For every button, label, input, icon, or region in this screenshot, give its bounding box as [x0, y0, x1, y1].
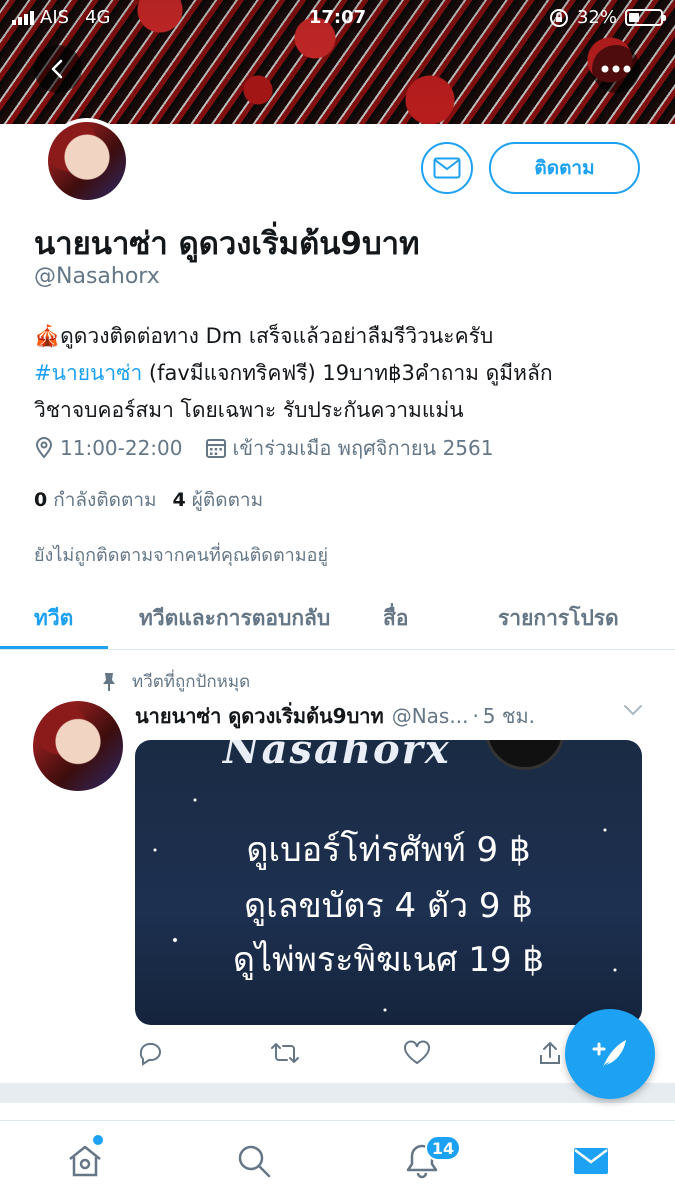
location-pin-icon	[35, 437, 53, 459]
heart-icon	[404, 1040, 430, 1065]
home-icon	[69, 1145, 101, 1177]
reply-button[interactable]	[137, 1040, 163, 1070]
home-unread-dot	[93, 1135, 103, 1145]
calendar-icon	[205, 439, 226, 458]
share-icon	[540, 1041, 560, 1064]
envelope-icon	[433, 157, 461, 179]
following-count: 0	[34, 489, 48, 511]
nav-home[interactable]	[63, 1139, 107, 1183]
message-button[interactable]	[421, 142, 473, 194]
compose-tweet-button[interactable]	[565, 1009, 655, 1099]
section-divider	[0, 1083, 675, 1103]
followers-link[interactable]: 4 ผู้ติดตาม	[173, 485, 264, 515]
tweet-author-name[interactable]: นายนาซ่า ดูดวงเริ่มต้น9บาท	[135, 700, 384, 732]
profile-handle: @Nasahorx	[34, 264, 160, 289]
circus-tent-icon: 🎪	[34, 324, 61, 348]
media-line-1: ดูเบอร์โท่รศัพท์ 9 ฿	[246, 830, 531, 870]
profile-bio: 🎪ดูดวงติดต่อทาง Dm เสร็จแล้วอย่าลืมรีวิว…	[34, 318, 644, 429]
astronaut-icon	[485, 740, 565, 770]
bottom-navigation: 14	[0, 1120, 675, 1200]
follow-button[interactable]: ติดตาม	[489, 142, 640, 194]
profile-avatar[interactable]	[44, 118, 130, 204]
active-tab-indicator	[0, 646, 108, 649]
followers-label: ผู้ติดตาม	[191, 489, 264, 511]
following-link[interactable]: 0 กำลังติดตาม	[34, 485, 157, 515]
profile-location: 11:00-22:00	[60, 436, 183, 460]
status-bar: AIS 4G 17:07 32%	[0, 0, 675, 36]
tweet-time: 5 ชม.	[482, 704, 535, 728]
profile-meta: 11:00-22:00 เข้าร่วมเมือ พฤศจิกายน 2561	[34, 432, 493, 464]
bio-line-3: วิชาจบคอร์สมา โดยเฉพาะ รับประกันความแม่น	[34, 398, 464, 422]
bio-hashtag-link[interactable]: #นายนาซ่า	[34, 361, 142, 385]
tweet-author-handle: @Nas...	[391, 704, 469, 728]
bio-line-2: (favมีแจกทริคฟรี) 19บาท฿3คำถาม ดูมีหลัก	[142, 361, 553, 385]
search-icon	[238, 1145, 271, 1178]
reply-icon	[139, 1043, 161, 1066]
like-button[interactable]	[403, 1040, 431, 1070]
profile-joined-date: เข้าร่วมเมือ พฤศจิกายน 2561	[232, 436, 494, 460]
tab-likes[interactable]: รายการโปรด	[498, 602, 619, 635]
more-icon	[601, 65, 631, 73]
envelope-icon	[574, 1148, 608, 1174]
compose-feather-icon	[592, 1040, 626, 1070]
retweet-button[interactable]	[270, 1040, 300, 1070]
tweet-separator: ·	[472, 704, 479, 728]
media-brand-text: Nasahorx	[223, 740, 451, 773]
tweet-header: นายนาซ่า ดูดวงเริ่มต้น9บาท @Nas... · 5 ช…	[135, 700, 535, 732]
profile-tabs: ทวีต ทวีตและการตอบกลับ สื่อ รายการโปรด	[0, 590, 675, 650]
orientation-lock-icon	[549, 8, 568, 27]
tweet-media-image[interactable]: Nasahorx ดูเบอร์โท่รศัพท์ 9 ฿ ดูเลขบัตร …	[135, 740, 642, 1025]
nav-messages[interactable]	[569, 1139, 613, 1183]
tweet-avatar[interactable]	[33, 701, 123, 791]
pinned-label: ทวีตที่ถูกปักหมุด	[132, 672, 251, 692]
retweet-icon	[271, 1043, 299, 1063]
tab-tweets[interactable]: ทวีต	[34, 602, 73, 635]
follow-counts: 0 กำลังติดตาม 4 ผู้ติดตาม	[34, 485, 263, 515]
chevron-down-icon	[624, 705, 642, 716]
share-button[interactable]	[537, 1040, 563, 1070]
back-button[interactable]	[34, 45, 82, 93]
bio-line-1: ดูดวงติดต่อทาง Dm เสร็จแล้วอย่าลืมรีวิวน…	[60, 324, 494, 348]
pin-icon	[103, 672, 115, 691]
tab-tweets-and-replies[interactable]: ทวีตและการตอบกลับ	[139, 602, 330, 635]
followers-count: 4	[172, 489, 186, 511]
media-line-2: ดูเลขบัตร 4 ตัว 9 ฿	[244, 886, 533, 926]
pinned-indicator: ทวีตที่ถูกปักหมุด	[100, 668, 250, 695]
tweet-menu-button[interactable]	[622, 702, 644, 721]
notifications-badge: 14	[425, 1135, 461, 1161]
nav-search[interactable]	[232, 1139, 276, 1183]
media-line-3: ดูไพ่พระพิฆเนศ 19 ฿	[232, 940, 545, 980]
profile-name: นายนาซ่า ดูดวงเริ่มต้น9บาท	[34, 226, 420, 262]
not-followed-notice: ยังไม่ถูกติดตามจากคนที่คุณติดตามอยู่	[34, 545, 328, 566]
tab-media[interactable]: สื่อ	[383, 602, 408, 635]
battery-percent: 32%	[576, 7, 617, 28]
battery-icon	[625, 9, 666, 26]
following-label: กำลังติดตาม	[53, 489, 157, 511]
chevron-left-icon	[51, 59, 63, 79]
more-options-button[interactable]	[592, 45, 640, 93]
